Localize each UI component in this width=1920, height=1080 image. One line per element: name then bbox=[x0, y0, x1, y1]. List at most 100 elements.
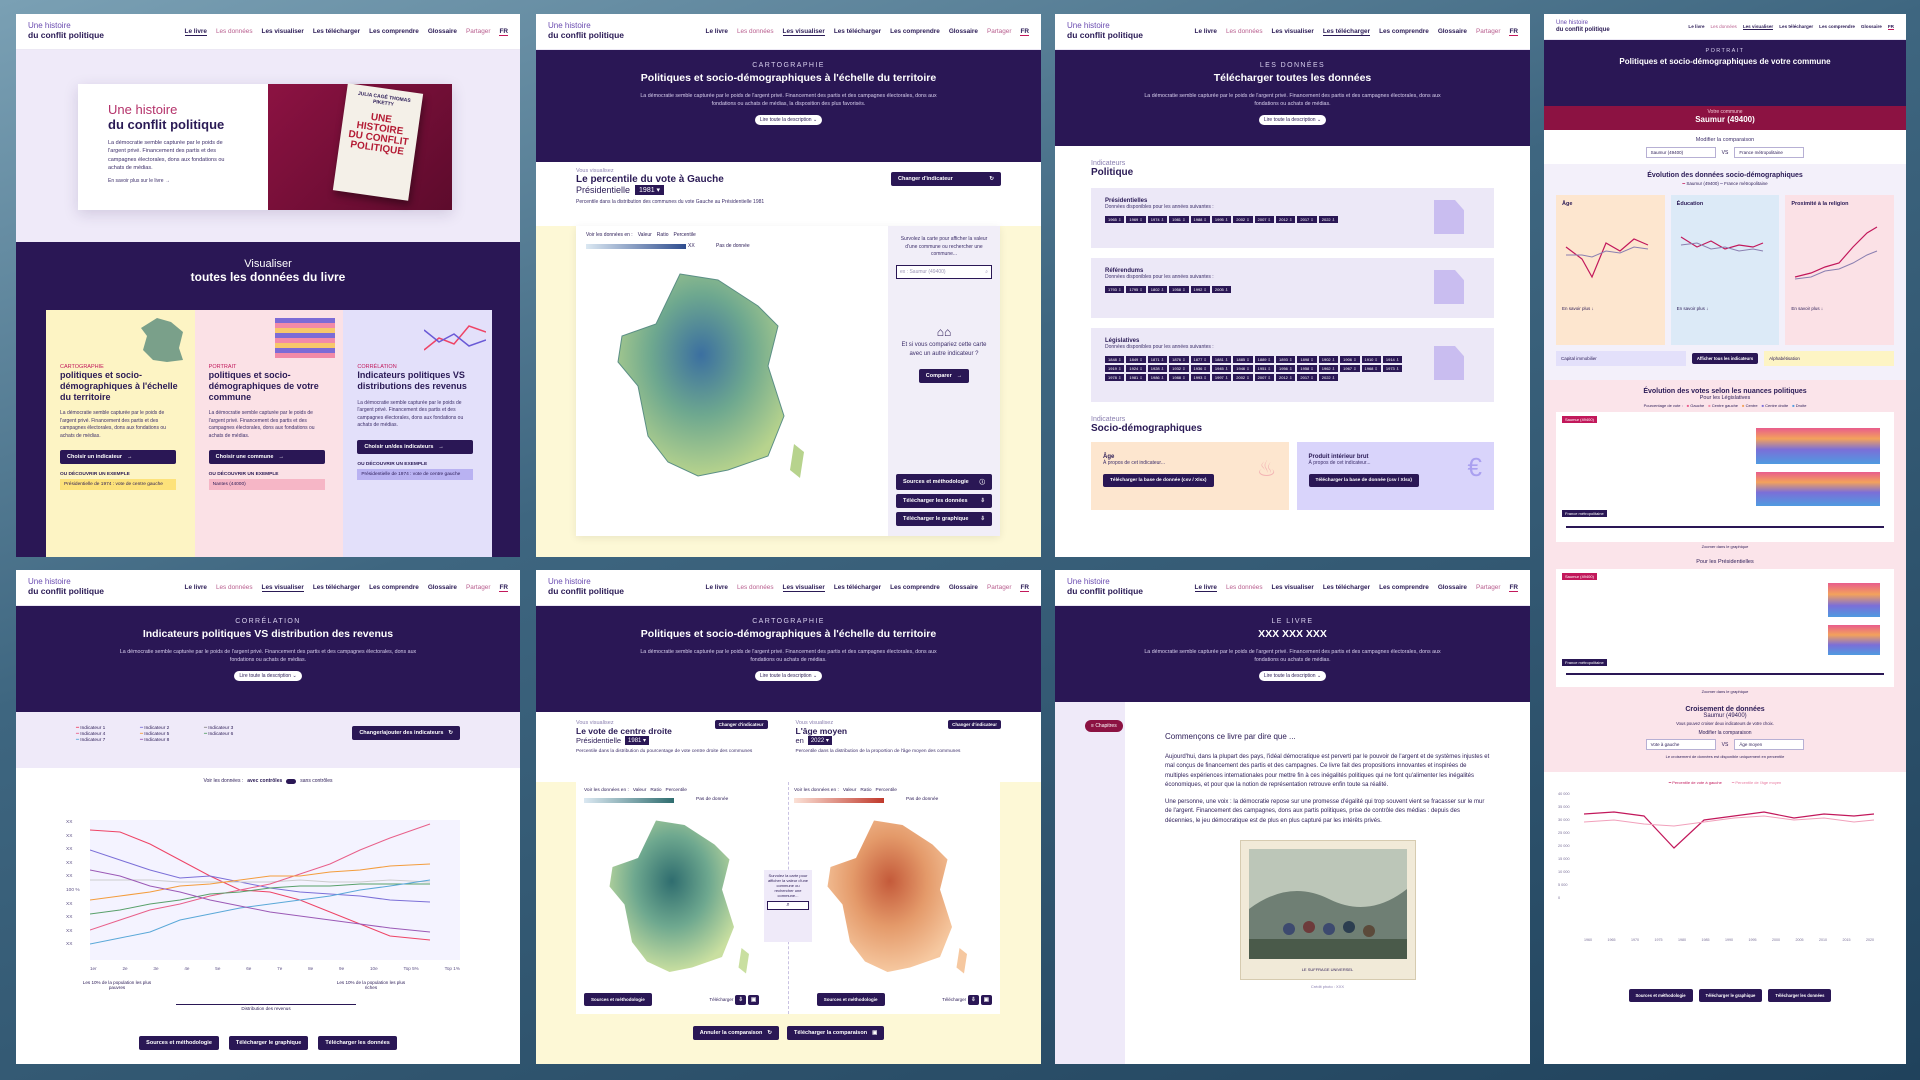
year-download-button[interactable]: 2002 ⇩ bbox=[1233, 215, 1253, 223]
card-portrait[interactable]: PORTRAIT politiques et socio-démographiq… bbox=[194, 310, 344, 557]
card2-example[interactable]: Nantes (44000) bbox=[208, 479, 325, 491]
nav-glossaire[interactable]: Glossaire bbox=[1438, 28, 1467, 35]
lang-select[interactable]: FR bbox=[499, 584, 508, 592]
card3-button[interactable]: Choisir un/des indicateurs → bbox=[357, 439, 474, 454]
capital-card[interactable]: Capital immobilier bbox=[1556, 351, 1686, 367]
nav-livre[interactable]: Le livre bbox=[184, 28, 207, 36]
year-download-button[interactable]: 1849 ⇩ bbox=[1126, 355, 1146, 363]
show-all-button[interactable]: Afficher tous les indicateurs bbox=[1691, 353, 1759, 365]
nav-partager[interactable]: Partager bbox=[1476, 584, 1501, 591]
hero-link[interactable]: En savoir plus sur le livre → bbox=[108, 178, 238, 186]
change-indicator-button[interactable]: Changer d'indicateur ↻ bbox=[891, 172, 1001, 186]
read-more-pill[interactable]: Lire toute la description ⌄ bbox=[1258, 115, 1327, 126]
nav-comprendre[interactable]: Les comprendre bbox=[1379, 28, 1429, 35]
year-download-button[interactable]: 1962 ⇩ bbox=[1318, 364, 1339, 372]
year-download-button[interactable]: 1871 ⇩ bbox=[1147, 355, 1168, 363]
p4-dl-data-button[interactable]: Télécharger les données bbox=[1768, 989, 1832, 1003]
nav-glossaire[interactable]: Glossaire bbox=[949, 584, 978, 591]
nav-donnees[interactable]: Les données bbox=[216, 584, 253, 591]
select-commune-b[interactable]: France métropolitaine bbox=[1734, 147, 1805, 159]
opt-valeur[interactable]: Valeur bbox=[638, 232, 652, 238]
image-icon[interactable]: ▣ bbox=[980, 994, 992, 1005]
nav-glossaire[interactable]: Glossaire bbox=[1861, 24, 1882, 29]
nav-visualiser[interactable]: Les visualiser bbox=[782, 28, 825, 36]
left-opt-percentile[interactable]: Percentile bbox=[666, 788, 687, 793]
year-download-button[interactable]: 1881 ⇩ bbox=[1211, 355, 1232, 363]
right-change-button[interactable]: Changer d'indicateur bbox=[948, 720, 1001, 729]
nav-livre[interactable]: Le livre bbox=[1688, 24, 1704, 29]
pib-sub[interactable]: À propos de cet indicateur... bbox=[1309, 460, 1483, 468]
read-more-pill[interactable]: Lire toute la description ⌄ bbox=[754, 115, 823, 126]
cancel-compare-button[interactable]: Annuler la comparaison ↻ bbox=[692, 1026, 779, 1040]
year-download-button[interactable]: 1902 ⇩ bbox=[1318, 355, 1339, 363]
controls-toggle[interactable] bbox=[286, 778, 297, 784]
lang-select[interactable]: FR bbox=[1509, 584, 1518, 592]
leg-stream-chart[interactable]: Saumur (49400) France métropolitaine bbox=[1556, 412, 1894, 543]
year-download-button[interactable]: 1906 ⇩ bbox=[1340, 355, 1360, 363]
nav-glossaire[interactable]: Glossaire bbox=[949, 28, 978, 35]
site-logo[interactable]: Une histoire du conflit politique bbox=[1067, 578, 1143, 597]
nav-partager[interactable]: Partager bbox=[466, 28, 491, 35]
mini-edu-more[interactable]: En savoir plus ↓ bbox=[1677, 306, 1774, 311]
lang-select[interactable]: FR bbox=[1887, 24, 1894, 30]
year-download-button[interactable]: 2017 ⇩ bbox=[1297, 373, 1317, 381]
year-download-button[interactable]: 1968 ⇩ bbox=[1361, 364, 1381, 372]
download-icon[interactable]: ⇩ bbox=[968, 994, 979, 1005]
site-logo[interactable]: Une histoire du conflit politique bbox=[1556, 20, 1610, 33]
year-download-button[interactable]: 2002 ⇩ bbox=[1233, 373, 1253, 381]
year-download-button[interactable]: 1928 ⇩ bbox=[1147, 364, 1168, 372]
year-download-button[interactable]: 1898 ⇩ bbox=[1297, 355, 1317, 363]
year-download-button[interactable]: 1924 ⇩ bbox=[1126, 364, 1146, 372]
left-opt-valeur[interactable]: Valeur bbox=[633, 788, 647, 793]
nav-livre[interactable]: Le livre bbox=[1195, 28, 1217, 35]
nav-livre[interactable]: Le livre bbox=[185, 584, 207, 591]
nav-telecharger[interactable]: Les télécharger bbox=[1779, 24, 1813, 29]
left-year-select[interactable]: 1981 ▾ bbox=[625, 736, 650, 745]
year-download-button[interactable]: 1981 ⇩ bbox=[1126, 373, 1146, 381]
nav-visualiser[interactable]: Les visualiser bbox=[1272, 584, 1314, 591]
nav-visualiser[interactable]: Les visualiser bbox=[782, 584, 825, 592]
nav-glossaire[interactable]: Glossaire bbox=[1438, 584, 1467, 591]
card1-example[interactable]: Présidentielle de 1974 : vote de centre … bbox=[60, 479, 176, 491]
time-slider[interactable] bbox=[1566, 526, 1884, 529]
year-download-button[interactable]: 2005 ⇩ bbox=[1211, 285, 1232, 293]
opt-percentile[interactable]: Percentile bbox=[673, 232, 695, 238]
nav-telecharger[interactable]: Les télécharger bbox=[834, 28, 881, 35]
right-opt-ratio[interactable]: Ratio bbox=[860, 788, 871, 793]
nav-visualiser[interactable]: Les visualiser bbox=[1742, 24, 1774, 30]
right-france-map[interactable] bbox=[820, 812, 970, 982]
nav-comprendre[interactable]: Les comprendre bbox=[369, 584, 419, 591]
year-download-button[interactable]: 1974 ⇩ bbox=[1147, 215, 1168, 223]
pib-download-button[interactable]: Télécharger la base de donnée (csv / Xls… bbox=[1308, 473, 1420, 487]
download-data-button[interactable]: Télécharger les données ⇩ bbox=[896, 494, 992, 508]
year-download-button[interactable]: 1973 ⇩ bbox=[1382, 364, 1403, 372]
read-more-pill[interactable]: Lire toute la description ⌄ bbox=[1258, 671, 1327, 682]
left-france-map[interactable] bbox=[602, 812, 752, 982]
card2-button[interactable]: Choisir une commune → bbox=[208, 450, 325, 465]
change-indicators-button[interactable]: Changer/ajouter des indicateurs ↻ bbox=[352, 726, 460, 740]
right-sources-button[interactable]: Sources et méthodologie bbox=[816, 993, 885, 1006]
mini-age-more[interactable]: En savoir plus ↓ bbox=[1562, 306, 1659, 311]
year-download-button[interactable]: 1965 ⇩ bbox=[1105, 215, 1125, 223]
nav-visualiser[interactable]: Les visualiser bbox=[1272, 28, 1314, 35]
year-download-button[interactable]: 1802 ⇩ bbox=[1147, 285, 1168, 293]
year-download-button[interactable]: 1914 ⇩ bbox=[1382, 355, 1403, 363]
lang-select[interactable]: FR bbox=[1509, 28, 1518, 36]
card3-example[interactable]: Présidentielle de 1974 : vote de centre … bbox=[357, 468, 474, 480]
nav-telecharger[interactable]: Les télécharger bbox=[313, 584, 360, 591]
nav-glossaire[interactable]: Glossaire bbox=[428, 28, 457, 35]
age-download-button[interactable]: Télécharger la base de donnée (csv / Xls… bbox=[1103, 473, 1214, 487]
year-download-button[interactable]: 1910 ⇩ bbox=[1361, 355, 1381, 363]
year-download-button[interactable]: 2022 ⇩ bbox=[1318, 373, 1339, 381]
right-opt-percentile[interactable]: Percentile bbox=[876, 788, 897, 793]
france-map[interactable] bbox=[608, 266, 808, 486]
year-download-button[interactable]: 1978 ⇩ bbox=[1105, 373, 1125, 381]
cross-select-b[interactable]: Âge moyen bbox=[1734, 739, 1805, 751]
year-download-button[interactable]: 1876 ⇩ bbox=[1169, 355, 1189, 363]
nav-livre[interactable]: Le livre bbox=[706, 28, 728, 35]
year-download-button[interactable]: 1893 ⇩ bbox=[1276, 355, 1296, 363]
year-download-button[interactable]: 1793 ⇩ bbox=[1105, 285, 1125, 293]
corr-line-chart[interactable] bbox=[90, 820, 460, 960]
year-download-button[interactable]: 1946 ⇩ bbox=[1233, 364, 1253, 372]
year-download-button[interactable]: 1988 ⇩ bbox=[1190, 215, 1210, 223]
